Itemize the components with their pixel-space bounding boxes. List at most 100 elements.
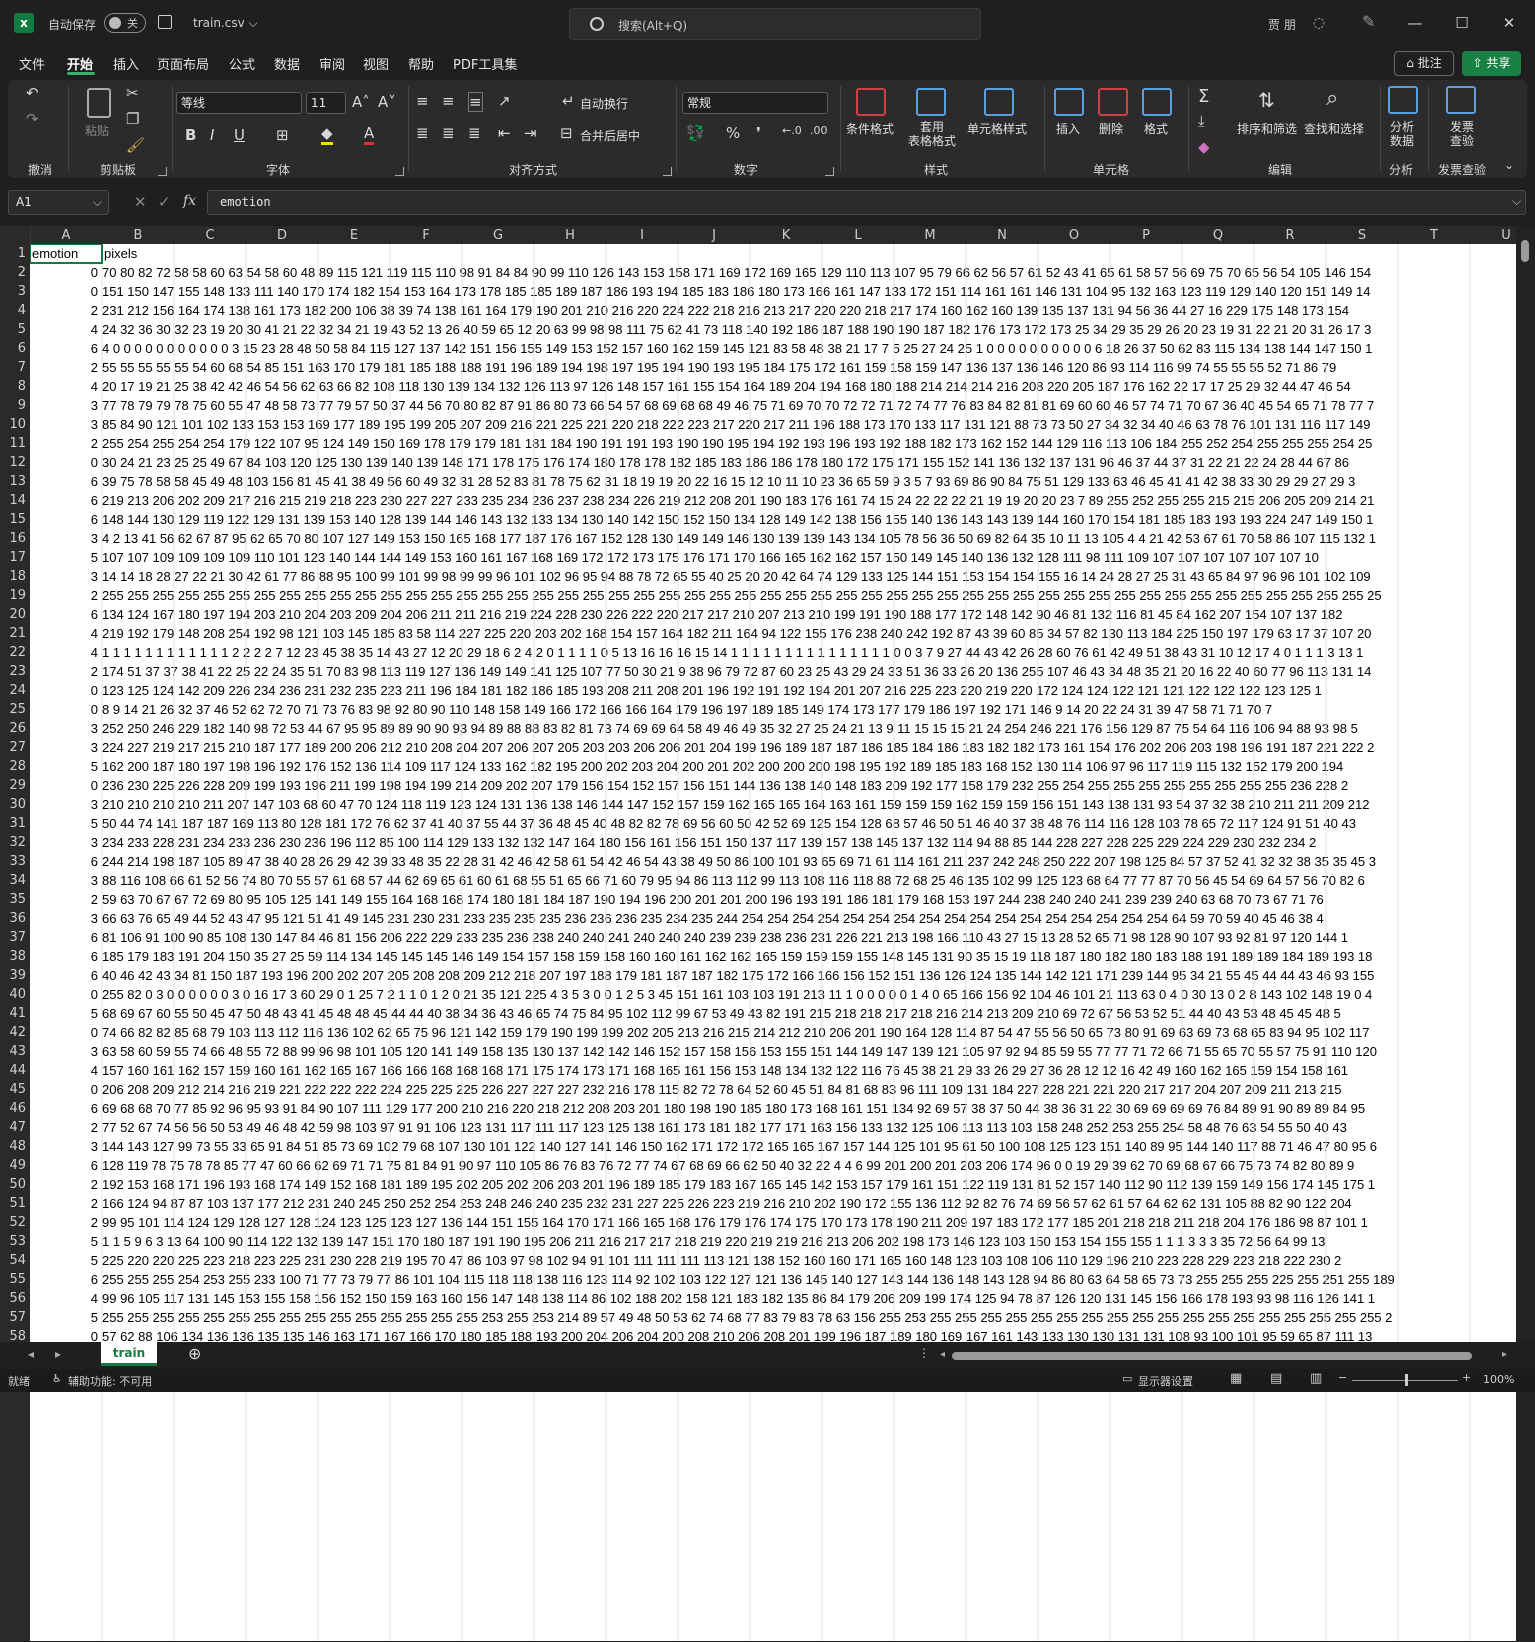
cell-pixels[interactable]: 4 0 0 0 0 0 0 0 0 0 0 0 3 15 23 28 48 50… (102, 339, 1372, 358)
cell-pixels[interactable]: 69 68 68 70 77 85 92 96 95 93 91 84 90 1… (102, 1099, 1365, 1118)
cell-emotion[interactable]: 0 (30, 1080, 100, 1099)
cell-a1[interactable]: emotion (32, 244, 78, 263)
cell-emotion[interactable]: 6 (30, 510, 100, 529)
column-header-d[interactable]: D (246, 228, 318, 243)
normal-view-icon[interactable]: ▦ (1230, 1371, 1242, 1386)
column-header-s[interactable]: S (1326, 228, 1398, 243)
scroll-thumb[interactable] (952, 1352, 1472, 1360)
row-header[interactable]: 48 (0, 1137, 26, 1156)
cell-pixels[interactable]: 157 160 161 162 157 159 160 161 162 165 … (102, 1061, 1348, 1080)
row-header[interactable]: 18 (0, 567, 26, 586)
tab-home[interactable]: 开始 (67, 54, 93, 73)
tab-insert[interactable]: 插入 (113, 54, 139, 73)
cell-emotion[interactable]: 4 (30, 624, 100, 643)
row-header[interactable]: 34 (0, 871, 26, 890)
copy-icon[interactable]: ❐ (126, 110, 139, 128)
column-header-g[interactable]: G (462, 228, 534, 243)
sort-filter-label[interactable]: 排序和筛选 (1237, 120, 1297, 137)
cell-emotion[interactable]: 6 (30, 1099, 100, 1118)
cell-pixels[interactable]: 66 63 76 65 49 44 52 43 47 95 121 51 41 … (102, 909, 1324, 928)
cell-emotion[interactable]: 3 (30, 738, 100, 757)
cell-emotion[interactable]: 6 (30, 605, 100, 624)
row-header[interactable]: 23 (0, 662, 26, 681)
cell-emotion[interactable]: 5 (30, 757, 100, 776)
cell-pixels[interactable]: 20 17 19 21 25 38 42 42 46 54 56 62 63 6… (102, 377, 1351, 396)
row-header[interactable]: 53 (0, 1232, 26, 1251)
cell-pixels[interactable]: 255 254 255 254 254 179 122 107 95 124 1… (102, 434, 1372, 453)
insert-cells-icon[interactable] (1054, 88, 1084, 116)
increase-font-icon[interactable]: A˄ (352, 93, 370, 111)
row-header[interactable]: 40 (0, 985, 26, 1004)
cut-icon[interactable]: ✂ (126, 84, 139, 102)
redo-icon[interactable]: ↷ (26, 110, 39, 128)
column-header-f[interactable]: F (390, 228, 462, 243)
align-right-icon[interactable]: ≣ (468, 124, 481, 142)
orientation-icon[interactable]: ↗ (498, 92, 511, 110)
name-box[interactable]: A1 ⌵ (8, 190, 109, 215)
display-settings[interactable]: 显示器设置 (1138, 1373, 1193, 1389)
row-header[interactable]: 26 (0, 719, 26, 738)
cell-emotion[interactable]: 0 (30, 1023, 100, 1042)
row-header[interactable]: 5 (0, 320, 26, 339)
wrap-text-icon[interactable]: ↵ (562, 92, 575, 110)
zoom-slider-thumb[interactable] (1405, 1374, 1408, 1386)
page-layout-view-icon[interactable]: ▤ (1270, 1371, 1282, 1386)
tab-page-layout[interactable]: 页面布局 (157, 54, 209, 73)
cell-emotion[interactable]: 6 (30, 852, 100, 871)
autosum-icon[interactable]: Σ (1198, 86, 1209, 107)
cell-emotion[interactable]: 3 (30, 871, 100, 890)
row-header[interactable]: 57 (0, 1308, 26, 1327)
file-title[interactable]: train.csv ⌵ (193, 16, 258, 31)
cell-emotion[interactable]: 3 (30, 529, 100, 548)
column-header-e[interactable]: E (318, 228, 390, 243)
cell-pixels[interactable]: 206 208 209 212 214 216 219 221 222 222 … (102, 1080, 1342, 1099)
scroll-right-icon[interactable]: ▸ (1502, 1349, 1507, 1360)
row-header[interactable]: 44 (0, 1061, 26, 1080)
tab-data[interactable]: 数据 (274, 54, 300, 73)
alignment-launcher-icon[interactable] (663, 167, 672, 176)
row-header[interactable]: 14 (0, 491, 26, 510)
cell-pixels[interactable]: 219 192 179 148 208 254 192 98 121 103 1… (102, 624, 1371, 643)
cell-emotion[interactable]: 5 (30, 1308, 100, 1327)
row-header[interactable]: 45 (0, 1080, 26, 1099)
row-header[interactable]: 17 (0, 548, 26, 567)
cancel-icon[interactable]: ✕ (134, 193, 147, 211)
accessibility-status[interactable]: 辅助功能: 不可用 (68, 1373, 152, 1389)
cell-emotion[interactable]: 4 (30, 1061, 100, 1080)
conditional-format-label[interactable]: 条件格式 (846, 120, 894, 137)
scroll-thumb[interactable] (1521, 240, 1529, 262)
row-header[interactable]: 27 (0, 738, 26, 757)
clear-icon[interactable]: ◆ (1198, 138, 1210, 156)
row-header[interactable]: 6 (0, 339, 26, 358)
conditional-format-icon[interactable] (856, 88, 886, 116)
find-select-icon[interactable]: ⌕ (1326, 86, 1338, 111)
format-cells-icon[interactable] (1142, 88, 1172, 116)
cell-emotion[interactable]: 4 (30, 320, 100, 339)
cell-pixels[interactable]: 74 66 82 82 85 68 79 103 113 112 116 136… (102, 1023, 1369, 1042)
format-as-table-icon[interactable] (916, 88, 946, 116)
analyze-data-icon[interactable] (1388, 86, 1418, 114)
cell-pixels[interactable]: 144 143 127 99 73 55 33 65 91 84 51 85 7… (102, 1137, 1377, 1156)
cell-pixels[interactable]: 134 124 167 180 197 194 203 210 204 203 … (102, 605, 1343, 624)
cell-emotion[interactable]: 2 (30, 1194, 100, 1213)
cell-pixels[interactable]: 255 255 255 255 255 255 255 255 255 255 … (102, 1308, 1392, 1327)
zoom-out-icon[interactable]: − (1338, 1371, 1347, 1384)
row-header[interactable]: 21 (0, 624, 26, 643)
cell-emotion[interactable]: 0 (30, 282, 100, 301)
row-header[interactable]: 39 (0, 966, 26, 985)
row-header[interactable]: 54 (0, 1251, 26, 1270)
row-header[interactable]: 1 (0, 244, 26, 263)
row-header[interactable]: 20 (0, 605, 26, 624)
column-header-a[interactable]: A (30, 228, 102, 243)
cell-emotion[interactable]: 3 (30, 415, 100, 434)
cell-emotion[interactable]: 6 (30, 472, 100, 491)
row-header[interactable]: 15 (0, 510, 26, 529)
accounting-format-icon[interactable]: 💱 (686, 124, 705, 142)
column-header-l[interactable]: L (822, 228, 894, 243)
undo-icon[interactable]: ↶ (26, 84, 39, 102)
cell-pixels[interactable]: 63 58 60 59 55 74 66 48 55 72 88 99 96 9… (102, 1042, 1377, 1061)
cell-pixels[interactable]: 252 250 246 229 182 140 98 72 53 44 67 9… (102, 719, 1358, 738)
cell-emotion[interactable]: 5 (30, 1232, 100, 1251)
cell-emotion[interactable]: 3 (30, 567, 100, 586)
row-header[interactable]: 38 (0, 947, 26, 966)
